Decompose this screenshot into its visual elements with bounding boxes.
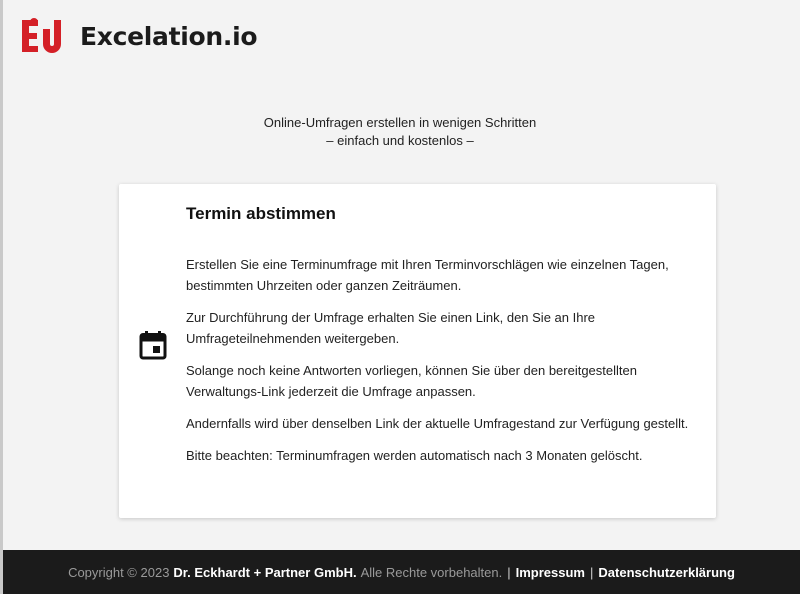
calendar-icon <box>139 331 167 360</box>
brand-name[interactable]: Excelation.io <box>80 22 258 51</box>
tagline-line-2: – einfach und kostenlos – <box>326 133 474 148</box>
impressum-link[interactable]: Impressum <box>516 565 585 580</box>
brand-logo-icon[interactable] <box>20 17 70 55</box>
footer-separator: | <box>590 564 594 580</box>
poll-type-card[interactable]: Termin abstimmen Erstellen Sie eine Term… <box>119 184 716 518</box>
footer: Copyright © 2023 Dr. Eckhardt + Partner … <box>3 550 800 594</box>
tagline: Online-Umfragen erstellen in wenigen Sch… <box>0 114 800 150</box>
footer-separator: | <box>507 564 511 580</box>
card-paragraph: Andernfalls wird über denselben Link der… <box>186 416 689 431</box>
card-paragraph: Erstellen Sie eine Terminumfrage mit Ihr… <box>186 257 669 293</box>
card-body: Erstellen Sie eine Terminumfrage mit Ihr… <box>186 254 696 477</box>
footer-company: Dr. Eckhardt + Partner GmbH. <box>173 564 357 580</box>
tagline-line-1: Online-Umfragen erstellen in wenigen Sch… <box>263 115 537 130</box>
card-title: Termin abstimmen <box>186 204 336 223</box>
window-edge <box>0 0 3 594</box>
card-paragraph: Zur Durchführung der Umfrage erhalten Si… <box>186 310 596 346</box>
header: Excelation.io <box>20 16 258 56</box>
card-paragraph: Solange noch keine Antworten vorliegen, … <box>186 363 637 399</box>
footer-rights: Alle Rechte vorbehalten. <box>360 564 503 580</box>
privacy-link[interactable]: Datenschutzerklärung <box>598 565 735 580</box>
footer-copyright: Copyright © 2023 <box>68 564 170 580</box>
card-paragraph: Bitte beachten: Terminumfragen werden au… <box>186 448 643 463</box>
